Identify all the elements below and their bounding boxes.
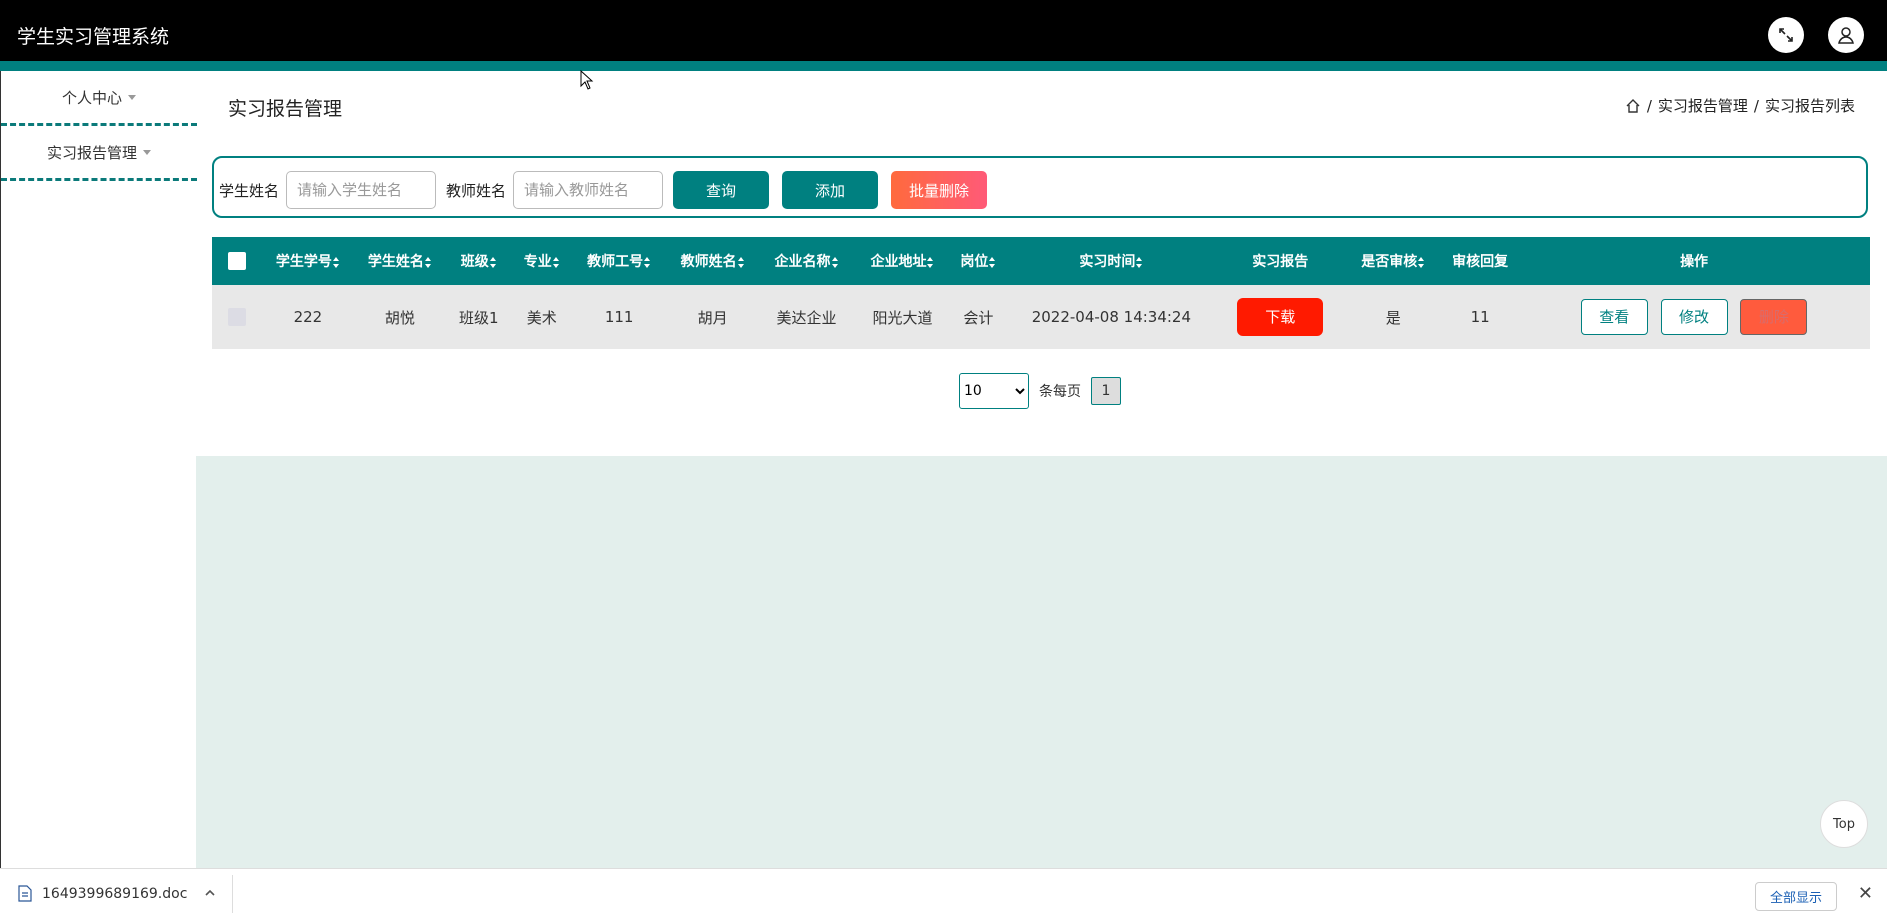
column-header-time[interactable]: 实习时间 bbox=[1006, 237, 1216, 285]
add-button[interactable]: 添加 bbox=[782, 171, 878, 209]
column-header-major[interactable]: 专业 bbox=[512, 237, 572, 285]
teacher-name-input[interactable] bbox=[513, 171, 663, 209]
select-all-checkbox[interactable] bbox=[212, 237, 262, 285]
sidebar: 个人中心 实习报告管理 bbox=[0, 71, 197, 868]
column-header-position[interactable]: 岗位 bbox=[950, 237, 1006, 285]
show-all-button[interactable]: 全部显示 bbox=[1754, 882, 1837, 911]
sidebar-item-report-management[interactable]: 实习报告管理 bbox=[1, 126, 197, 181]
page-number-1[interactable]: 1 bbox=[1091, 377, 1121, 405]
document-icon bbox=[18, 885, 32, 902]
breadcrumb-item-report-management[interactable]: 实习报告管理 bbox=[1658, 95, 1748, 116]
cell-student-no: 222 bbox=[293, 308, 323, 326]
download-button[interactable]: 下载 bbox=[1237, 298, 1324, 336]
cell-company: 美达企业 bbox=[776, 308, 837, 327]
query-button[interactable]: 查询 bbox=[673, 171, 769, 209]
pagination: 10 条每页 1 bbox=[959, 373, 1121, 409]
cell-reply: 11 bbox=[1470, 308, 1490, 326]
user-button[interactable] bbox=[1828, 17, 1864, 53]
fullscreen-button[interactable] bbox=[1768, 17, 1804, 53]
cell-teacher-no: 111 bbox=[604, 308, 634, 326]
breadcrumb-separator: / bbox=[1646, 96, 1652, 115]
column-header-student-no[interactable]: 学生学号 bbox=[262, 237, 354, 285]
sidebar-item-label: 个人中心 bbox=[61, 88, 122, 107]
per-page-label: 条每页 bbox=[1039, 384, 1081, 400]
sort-icon bbox=[1136, 256, 1143, 268]
student-name-input[interactable] bbox=[286, 171, 436, 209]
sidebar-item-personal-center[interactable]: 个人中心 bbox=[1, 71, 197, 126]
sort-icon bbox=[927, 256, 934, 268]
breadcrumb-separator: / bbox=[1753, 96, 1759, 115]
back-to-top-button[interactable]: Top bbox=[1820, 800, 1868, 848]
content-background bbox=[196, 456, 1887, 868]
column-header-class[interactable]: 班级 bbox=[446, 237, 512, 285]
column-header-actions: 操作 bbox=[1680, 254, 1709, 270]
sort-icon bbox=[831, 256, 839, 268]
sort-icon bbox=[989, 256, 996, 268]
column-header-report: 实习报告 bbox=[1252, 254, 1309, 270]
row-checkbox[interactable] bbox=[212, 285, 262, 349]
user-icon bbox=[1838, 27, 1854, 44]
sort-icon bbox=[644, 256, 651, 268]
column-header-audited[interactable]: 是否审核 bbox=[1344, 237, 1442, 285]
column-header-company[interactable]: 企业名称 bbox=[759, 237, 855, 285]
mouse-cursor-icon bbox=[580, 70, 594, 90]
sidebar-item-label: 实习报告管理 bbox=[46, 143, 137, 162]
breadcrumb-item-report-list: 实习报告列表 bbox=[1764, 97, 1855, 115]
cell-position: 会计 bbox=[963, 308, 994, 327]
chevron-up-icon[interactable] bbox=[203, 886, 217, 900]
cell-major: 美术 bbox=[526, 308, 557, 327]
caret-down-icon bbox=[143, 149, 151, 155]
sort-icon bbox=[489, 256, 497, 268]
delete-button[interactable]: 删除 bbox=[1740, 299, 1808, 335]
sort-icon bbox=[737, 256, 745, 268]
breadcrumb: / 实习报告管理 / 实习报告列表 bbox=[1625, 95, 1855, 116]
download-item[interactable]: 1649399689169.doc bbox=[18, 885, 187, 902]
table-header-row: 学生学号 学生姓名 班级 专业 教师工号 教师姓名 企业名称 企业地址 岗位 实… bbox=[212, 237, 1870, 285]
page-size-select[interactable]: 10 bbox=[959, 373, 1029, 409]
cell-class: 班级1 bbox=[459, 308, 499, 327]
column-header-teacher-name[interactable]: 教师姓名 bbox=[667, 237, 759, 285]
cell-report: 下载 bbox=[1216, 285, 1344, 349]
view-button[interactable]: 查看 bbox=[1580, 299, 1648, 335]
app-title: 学生实习管理系统 bbox=[17, 26, 170, 48]
expand-icon bbox=[1779, 28, 1793, 42]
download-filename: 1649399689169.doc bbox=[42, 885, 188, 902]
cell-time: 2022-04-08 14:34:24 bbox=[1031, 308, 1192, 326]
divider bbox=[232, 875, 233, 913]
cell-audited: 是 bbox=[1385, 308, 1401, 327]
batch-delete-button[interactable]: 批量删除 bbox=[891, 171, 987, 209]
column-header-teacher-no[interactable]: 教师工号 bbox=[572, 237, 667, 285]
column-header-student-name[interactable]: 学生姓名 bbox=[354, 237, 446, 285]
page-title: 实习报告管理 bbox=[228, 98, 343, 120]
cell-teacher-name: 胡月 bbox=[697, 308, 728, 327]
header-accent-strip bbox=[0, 61, 1887, 71]
search-panel: 学生姓名 教师姓名 查询 添加 批量删除 bbox=[212, 156, 1868, 218]
table-row: 222 胡悦 班级1 美术 111 胡月 美达企业 阳光大道 会计 2022-0… bbox=[212, 285, 1870, 349]
teacher-name-label: 教师姓名 bbox=[446, 182, 507, 200]
sort-icon bbox=[424, 256, 432, 268]
sort-icon bbox=[332, 256, 340, 268]
top-bar: 学生实习管理系统 bbox=[0, 0, 1887, 61]
edit-button[interactable]: 修改 bbox=[1660, 299, 1728, 335]
cell-address: 阳光大道 bbox=[872, 308, 933, 327]
close-icon[interactable]: ✕ bbox=[1858, 883, 1873, 904]
column-header-address[interactable]: 企业地址 bbox=[855, 237, 951, 285]
sort-icon bbox=[1418, 256, 1425, 268]
column-header-reply: 审核回复 bbox=[1452, 254, 1509, 270]
download-bar: 1649399689169.doc 全部显示 ✕ bbox=[0, 868, 1887, 919]
cell-student-name: 胡悦 bbox=[384, 308, 415, 327]
report-table: 学生学号 学生姓名 班级 专业 教师工号 教师姓名 企业名称 企业地址 岗位 实… bbox=[212, 237, 1870, 349]
cell-actions: 查看 修改 删除 bbox=[1518, 285, 1870, 349]
student-name-label: 学生姓名 bbox=[219, 182, 280, 200]
caret-down-icon bbox=[128, 94, 136, 100]
sort-icon bbox=[552, 256, 560, 268]
home-icon[interactable] bbox=[1625, 98, 1641, 114]
